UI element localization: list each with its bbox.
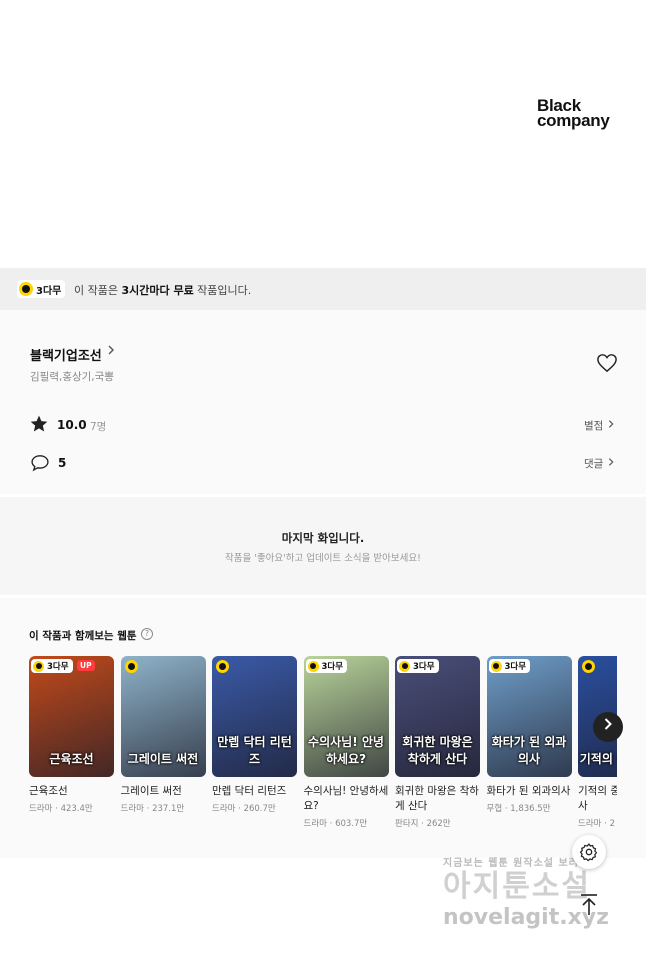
clock-icon	[490, 660, 502, 672]
chevron-right-icon[interactable]	[107, 344, 115, 359]
free-badge: 3다무	[305, 659, 348, 673]
watermark-line3: novelagit.xyz	[443, 905, 609, 930]
free-badge: 3다무	[31, 659, 73, 673]
notice-suffix: 작품입니다.	[193, 284, 252, 297]
webtoon-meta: 드라마 · 423.4만	[29, 804, 93, 814]
webtoon-card[interactable]: 3다무 화타가 된 외과의사 화타가 된 외과의사 무협 · 1,836.5만	[486, 656, 572, 814]
webtoon-thumbnail[interactable]: 만렙 닥터 리턴즈	[212, 656, 297, 777]
free-badge-label: 3다무	[413, 662, 435, 672]
free-notice-bar: 3다무 이 작품은 3시간마다 무료 작품입니다.	[0, 268, 646, 310]
logo-line2: company	[537, 111, 610, 130]
work-info-panel	[0, 310, 646, 494]
chevron-right-icon	[604, 718, 612, 730]
notice-text: 이 작품은 3시간마다 무료 작품입니다.	[74, 282, 251, 298]
webtoon-meta: 드라마 · 603.7만	[303, 819, 368, 829]
clock-icon	[33, 660, 44, 672]
webtoon-meta: 판타지 · 262만	[395, 819, 451, 829]
cover-title-art: 만렙 닥터 리턴즈	[217, 735, 292, 766]
settings-button[interactable]	[572, 835, 606, 869]
cover-title-art: 회귀한 마왕은 착하게 산다	[402, 735, 473, 766]
webtoon-title[interactable]: 만렙 닥터 리턴즈	[212, 784, 297, 799]
watermark-line2: 아지툰소설	[443, 869, 591, 904]
last-episode-panel	[0, 497, 646, 595]
heart-icon[interactable]	[596, 353, 618, 377]
clock-icon	[216, 660, 229, 673]
webtoon-title[interactable]: 그레이트 써전	[121, 784, 206, 799]
webtoon-title[interactable]: 근육조선	[29, 784, 114, 799]
free-badge-label: 3다무	[504, 662, 527, 672]
cover-title-art: 그레이트 써전	[127, 752, 199, 766]
webtoon-card[interactable]: 3다무 수의사님! 안녕하세요? 수의사님! 안녕하세요? 드라마 · 603.7만	[303, 656, 389, 829]
cover-title-art: 기적의 중환자실	[579, 752, 617, 766]
webtoon-card[interactable]: 만렙 닥터 리턴즈 만렙 닥터 리턴즈 드라마 · 260.7만	[212, 656, 297, 814]
notice-prefix: 이 작품은	[74, 284, 122, 297]
cover-title-art: 수의사님! 안녕하세요?	[308, 735, 384, 766]
up-badge: UP	[77, 660, 95, 671]
webtoon-card[interactable]: 3다무 회귀한 마왕은 착하게 산다 회귀한 마왕은 착하게 산다 판타지 · 262…	[395, 656, 480, 829]
cover-title-art: 화타가 된 외과의사	[491, 735, 567, 766]
webtoon-card[interactable]: 기적의 중환자실기적의 중환자실 의사드라마 · 2	[578, 656, 617, 829]
free-badge-label: 3다무	[36, 285, 62, 297]
comment-count: 5	[58, 456, 67, 470]
webtoon-thumbnail[interactable]: 3다무회귀한 마왕은 착하게 산다	[395, 656, 480, 777]
star-icon	[29, 414, 49, 438]
free-badge-label: 3다무	[47, 662, 69, 672]
scroll-top-button[interactable]	[578, 893, 600, 921]
gear-icon	[579, 843, 598, 862]
last-episode-subtitle: 작품을 '좋아요'하고 업데이트 소식을 받아보세요!	[225, 553, 421, 564]
watermark: 지금보는 웹툰 원작소설 보러가기 아지툰소설 novelagit.xyz	[443, 854, 633, 931]
webtoon-meta: 드라마 · 237.1만	[120, 804, 185, 814]
clock-icon	[124, 660, 138, 673]
webtoon-title[interactable]: 화타가 된 외과의사	[487, 784, 572, 799]
comment-link-label: 댓글	[584, 458, 604, 470]
cover-title-art: 근육조선	[49, 752, 94, 766]
webtoon-thumbnail[interactable]: 3다무수의사님! 안녕하세요?	[303, 656, 389, 777]
chevron-right-icon	[608, 458, 614, 466]
clock-icon	[399, 660, 410, 672]
rating-count: 7명	[90, 421, 107, 433]
carousel-next-button[interactable]	[593, 712, 623, 742]
recommend-title: 이 작품과 함께보는 웹툰	[29, 630, 137, 642]
last-episode-title: 마지막 화입니다.	[281, 531, 365, 545]
webtoon-meta: 드라마 · 2	[578, 819, 615, 829]
clock-icon	[582, 660, 595, 673]
help-icon[interactable]: ?	[141, 628, 153, 640]
webtoon-meta: 무협 · 1,836.5만	[486, 804, 551, 814]
webtoon-card[interactable]: 그레이트 써전 그레이트 써전 드라마 · 237.1만	[120, 656, 206, 814]
rating-link-label: 별점	[584, 420, 604, 432]
free-badge: 3다무	[397, 659, 439, 673]
recommend-carousel: 3다무 UP 근육조선 근육조선 드라마 · 423.4만 그레이트 써전 그레이트 써전 드…	[29, 656, 617, 836]
webtoon-card[interactable]: 3다무 UP 근육조선 근육조선 드라마 · 423.4만	[29, 656, 114, 814]
arrow-up-icon	[581, 894, 597, 915]
webtoon-thumbnail[interactable]: 그레이트 써전	[120, 656, 206, 777]
clock-icon	[307, 660, 319, 672]
comment-icon	[30, 453, 50, 476]
webtoon-thumbnail[interactable]: 3다무화타가 된 외과의사	[486, 656, 572, 777]
free-badge-label: 3다무	[321, 662, 344, 672]
webtoon-meta: 드라마 · 260.7만	[212, 804, 276, 814]
rating-value: 10.0	[57, 418, 87, 432]
rating-link[interactable]: 별점	[584, 418, 615, 433]
webtoon-title[interactable]: 수의사님! 안녕하세요?	[304, 784, 389, 814]
comment-link[interactable]: 댓글	[584, 456, 615, 471]
free-badge: 3다무	[488, 659, 531, 673]
chevron-right-icon	[608, 420, 614, 428]
publisher-logo: Black company	[537, 97, 610, 130]
clock-icon	[19, 282, 33, 296]
free-badge: 3다무	[17, 280, 66, 298]
webtoon-title[interactable]: 회귀한 마왕은 착하게 산다	[395, 784, 480, 814]
work-title[interactable]: 블랙기업조선	[30, 345, 102, 364]
webtoon-title[interactable]: 기적의 중환자실 의사	[578, 784, 617, 814]
notice-bold: 3시간마다 무료	[121, 284, 194, 297]
webtoon-thumbnail[interactable]: 3다무 UP 근육조선	[29, 656, 114, 777]
work-authors: 김필력,홍상기,국뽕	[30, 371, 114, 383]
